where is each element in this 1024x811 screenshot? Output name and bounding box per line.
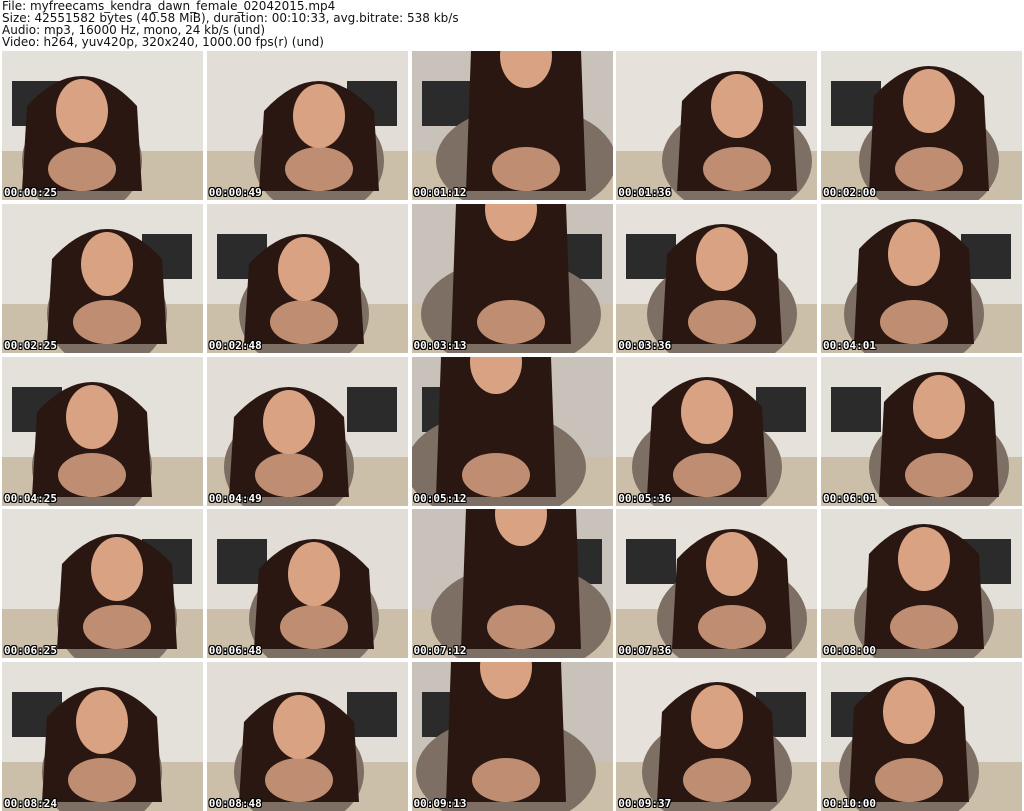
frame-image xyxy=(821,356,1022,506)
frame-timestamp: 00:04:49 xyxy=(208,491,262,505)
video-frame-thumbnail: 00:05:36 xyxy=(616,356,818,506)
frame-timestamp: 00:05:12 xyxy=(413,491,467,505)
video-frame-thumbnail: 00:07:36 xyxy=(616,509,818,659)
frame-timestamp: 00:08:00 xyxy=(823,644,876,658)
video-frame-thumbnail: 00:04:49 xyxy=(206,356,408,506)
video-frame-thumbnail: 00:02:48 xyxy=(206,203,408,353)
frame-timestamp: 00:01:36 xyxy=(618,186,672,199)
frame-timestamp: 00:08:24 xyxy=(4,797,57,810)
frame-timestamp: 00:04:25 xyxy=(4,491,57,505)
frame-image xyxy=(206,203,408,353)
frame-image xyxy=(411,509,613,659)
thumbnail-grid: 00:00:25 00:00:49 00:01:12 00:01:36 00:02:00… xyxy=(2,51,1022,811)
frame-timestamp: 00:02:00 xyxy=(823,186,876,199)
frame-timestamp: 00:02:48 xyxy=(208,338,262,352)
video-frame-thumbnail: 00:08:00 xyxy=(821,509,1022,659)
frame-timestamp: 00:09:37 xyxy=(618,797,672,810)
video-frame-thumbnail: 00:08:48 xyxy=(206,662,408,811)
video-frame-thumbnail: 00:05:12 xyxy=(411,356,613,506)
frame-image xyxy=(411,203,613,353)
frame-timestamp: 00:06:01 xyxy=(823,491,876,505)
frame-image xyxy=(2,509,203,659)
frame-image xyxy=(411,51,613,200)
frame-image xyxy=(411,356,613,506)
video-frame-thumbnail: 00:04:01 xyxy=(821,203,1022,353)
frame-timestamp: 00:00:25 xyxy=(4,186,57,199)
frame-image xyxy=(616,356,818,506)
frame-timestamp: 00:07:36 xyxy=(618,644,672,658)
video-frame-thumbnail: 00:10:00 xyxy=(821,662,1022,811)
video-frame-thumbnail: 00:00:25 xyxy=(2,51,203,200)
video-frame-thumbnail: 00:06:01 xyxy=(821,356,1022,506)
frame-timestamp: 00:05:36 xyxy=(618,491,672,505)
video-frame-thumbnail: 00:03:36 xyxy=(616,203,818,353)
video-info-line: Video: h264, yuv420p, 320x240, 1000.00 f… xyxy=(2,35,324,49)
video-frame-thumbnail: 00:01:36 xyxy=(616,51,818,200)
frame-timestamp: 00:10:00 xyxy=(823,797,876,810)
video-frame-thumbnail: 00:08:24 xyxy=(2,662,203,811)
frame-image xyxy=(821,509,1022,659)
frame-image xyxy=(206,51,408,200)
video-frame-thumbnail: 00:06:25 xyxy=(2,509,203,659)
frame-image xyxy=(206,356,408,506)
frame-timestamp: 00:09:13 xyxy=(413,797,467,810)
frame-timestamp: 00:03:13 xyxy=(413,338,467,352)
video-frame-thumbnail: 00:01:12 xyxy=(411,51,613,200)
video-frame-thumbnail: 00:03:13 xyxy=(411,203,613,353)
frame-image xyxy=(2,662,203,811)
frame-image xyxy=(821,662,1022,811)
frame-image xyxy=(2,356,203,506)
frame-timestamp: 00:07:12 xyxy=(413,644,467,658)
frame-image xyxy=(616,203,818,353)
video-frame-thumbnail: 00:09:37 xyxy=(616,662,818,811)
frame-image xyxy=(616,51,818,200)
video-frame-thumbnail: 00:09:13 xyxy=(411,662,613,811)
frame-image xyxy=(2,203,203,353)
video-frame-thumbnail: 00:02:00 xyxy=(821,51,1022,200)
frame-image xyxy=(206,509,408,659)
frame-timestamp: 00:00:49 xyxy=(208,186,262,199)
frame-image xyxy=(206,662,408,811)
frame-timestamp: 00:01:12 xyxy=(413,186,467,199)
video-frame-thumbnail: 00:04:25 xyxy=(2,356,203,506)
video-frame-thumbnail: 00:00:49 xyxy=(206,51,408,200)
frame-timestamp: 00:03:36 xyxy=(618,338,672,352)
frame-image xyxy=(411,662,613,811)
video-frame-thumbnail: 00:06:48 xyxy=(206,509,408,659)
frame-timestamp: 00:04:01 xyxy=(823,338,876,352)
frame-timestamp: 00:06:48 xyxy=(208,644,262,658)
video-frame-thumbnail: 00:07:12 xyxy=(411,509,613,659)
video-frame-thumbnail: 00:02:25 xyxy=(2,203,203,353)
frame-timestamp: 00:02:25 xyxy=(4,338,57,352)
frame-timestamp: 00:08:48 xyxy=(208,797,262,810)
frame-image xyxy=(821,203,1022,353)
file-info-header: File: myfreecams_kendra_dawn_female_0204… xyxy=(2,0,1022,50)
frame-image xyxy=(616,509,818,659)
frame-image xyxy=(2,51,203,200)
frame-timestamp: 00:06:25 xyxy=(4,644,57,658)
frame-image xyxy=(616,662,818,811)
frame-image xyxy=(821,51,1022,200)
